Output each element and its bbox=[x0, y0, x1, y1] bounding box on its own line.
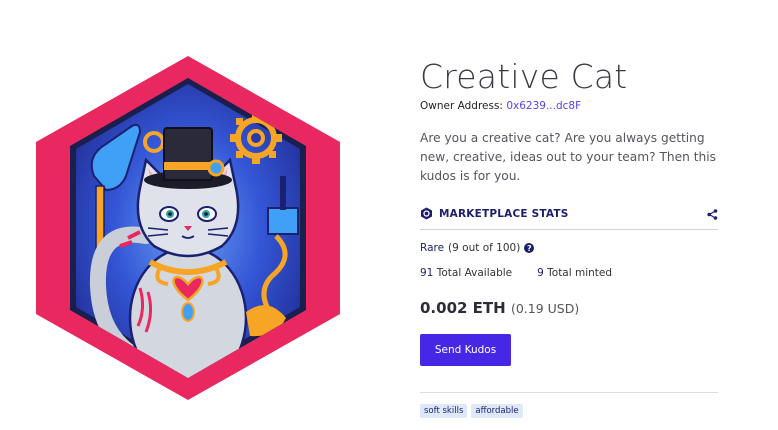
marketplace-stats-header: MARKETPLACE STATS bbox=[420, 199, 718, 230]
minted-count: 9 bbox=[537, 267, 544, 279]
send-kudos-button[interactable]: Send Kudos bbox=[420, 334, 511, 366]
total-available: 91 Total Available bbox=[420, 267, 512, 279]
available-count: 91 bbox=[420, 267, 434, 279]
tag-list: soft skills affordable bbox=[420, 404, 718, 418]
available-label: Total Available bbox=[436, 267, 513, 279]
question-circle-icon[interactable]: ? bbox=[524, 243, 535, 253]
minted-label: Total minted bbox=[547, 267, 613, 279]
tag-affordable[interactable]: affordable bbox=[471, 404, 523, 418]
rarity-row: Rare (9 out of 100) ? bbox=[420, 242, 718, 254]
share-icon[interactable] bbox=[707, 205, 718, 224]
kudos-details: Creative Cat Owner Address: 0x6239...dc8… bbox=[420, 58, 718, 418]
rarity-detail: (9 out of 100) bbox=[448, 242, 521, 254]
kudos-description: Are you a creative cat? Are you always g… bbox=[420, 131, 716, 183]
total-minted: 9 Total minted bbox=[537, 267, 612, 279]
owner-address-link[interactable]: 0x6239...dc8F bbox=[506, 100, 581, 112]
divider bbox=[420, 392, 718, 393]
marketplace-stats-title: MARKETPLACE STATS bbox=[439, 208, 569, 220]
rarity-label: Rare bbox=[420, 242, 445, 254]
owner-address-label: Owner Address: bbox=[420, 100, 503, 112]
creative-cat-illustration bbox=[36, 56, 340, 400]
tag-soft-skills[interactable]: soft skills bbox=[420, 404, 468, 418]
price: 0.002 ETH (0.19 USD) bbox=[420, 299, 718, 317]
kudos-title: Creative Cat bbox=[420, 57, 628, 96]
price-usd: (0.19 USD) bbox=[510, 301, 580, 316]
owner-address-row: Owner Address: 0x6239...dc8F bbox=[420, 100, 718, 112]
supply-counts: 91 Total Available 9 Total minted bbox=[420, 267, 718, 279]
kudos-artwork bbox=[36, 56, 340, 400]
price-eth: 0.002 ETH bbox=[420, 299, 506, 317]
gitcoin-logo-icon bbox=[420, 205, 433, 224]
